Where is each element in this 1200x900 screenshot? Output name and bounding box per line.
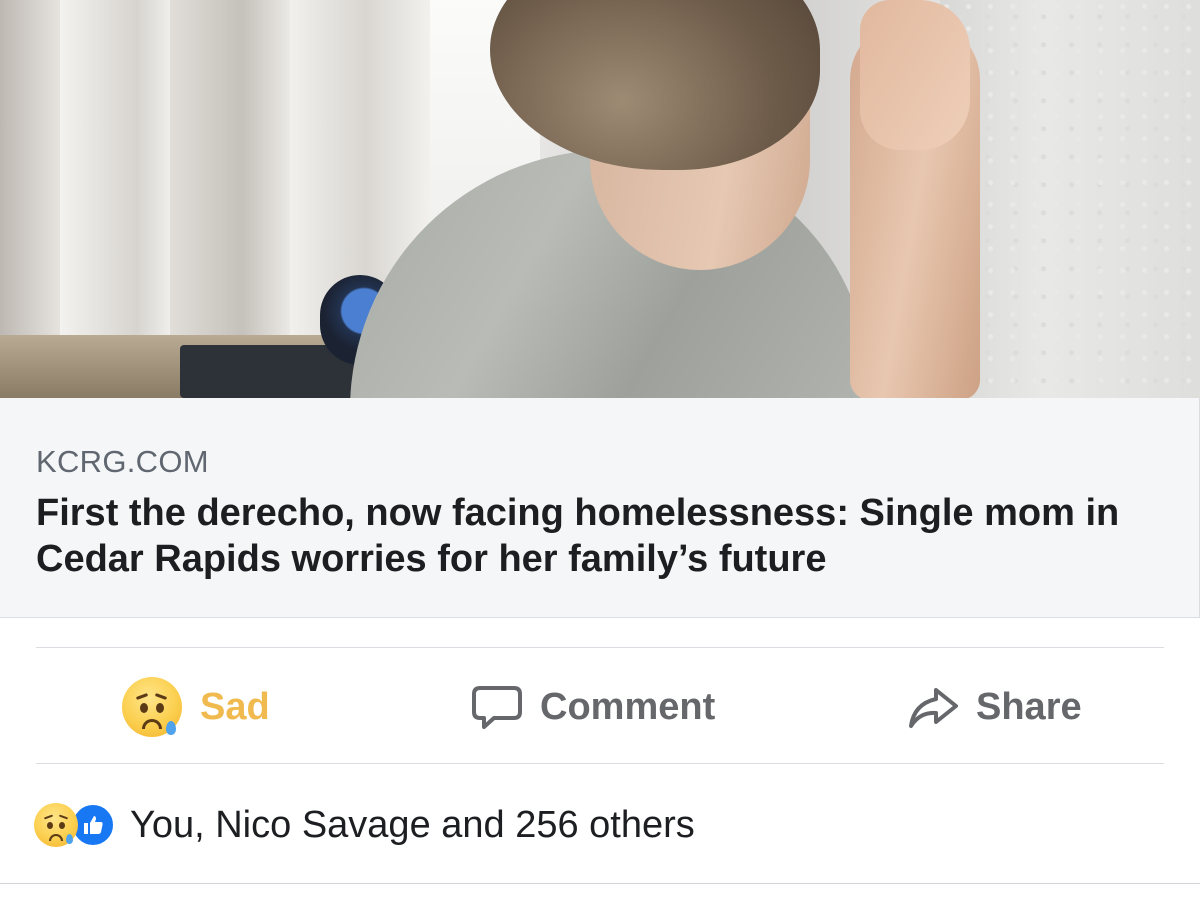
comment-button[interactable]: Comment: [470, 672, 715, 742]
share-arrow-icon: [909, 688, 958, 728]
comment-bubble-icon: [472, 686, 522, 729]
reaction-icons: [34, 802, 116, 848]
link-headline[interactable]: First the derecho, now facing homelessne…: [36, 490, 1166, 582]
divider: [0, 883, 1200, 884]
link-preview[interactable]: KCRG.COM First the derecho, now facing h…: [0, 398, 1200, 618]
divider: [36, 647, 1164, 648]
share-label: Share: [976, 685, 1082, 728]
link-domain: KCRG.COM: [36, 444, 209, 479]
sad-emoji-icon: [122, 677, 182, 737]
sad-emoji-icon: [34, 803, 78, 847]
divider: [36, 763, 1164, 764]
sad-label: Sad: [200, 685, 270, 728]
comment-label: Comment: [540, 685, 716, 728]
share-button[interactable]: Share: [906, 672, 1082, 742]
reactions-summary[interactable]: You, Nico Savage and 256 others: [34, 800, 695, 850]
article-photo[interactable]: [0, 0, 1200, 398]
reactions-text[interactable]: You, Nico Savage and 256 others: [130, 804, 695, 847]
sad-reaction-button[interactable]: Sad: [122, 672, 270, 742]
person-hand: [860, 0, 970, 150]
